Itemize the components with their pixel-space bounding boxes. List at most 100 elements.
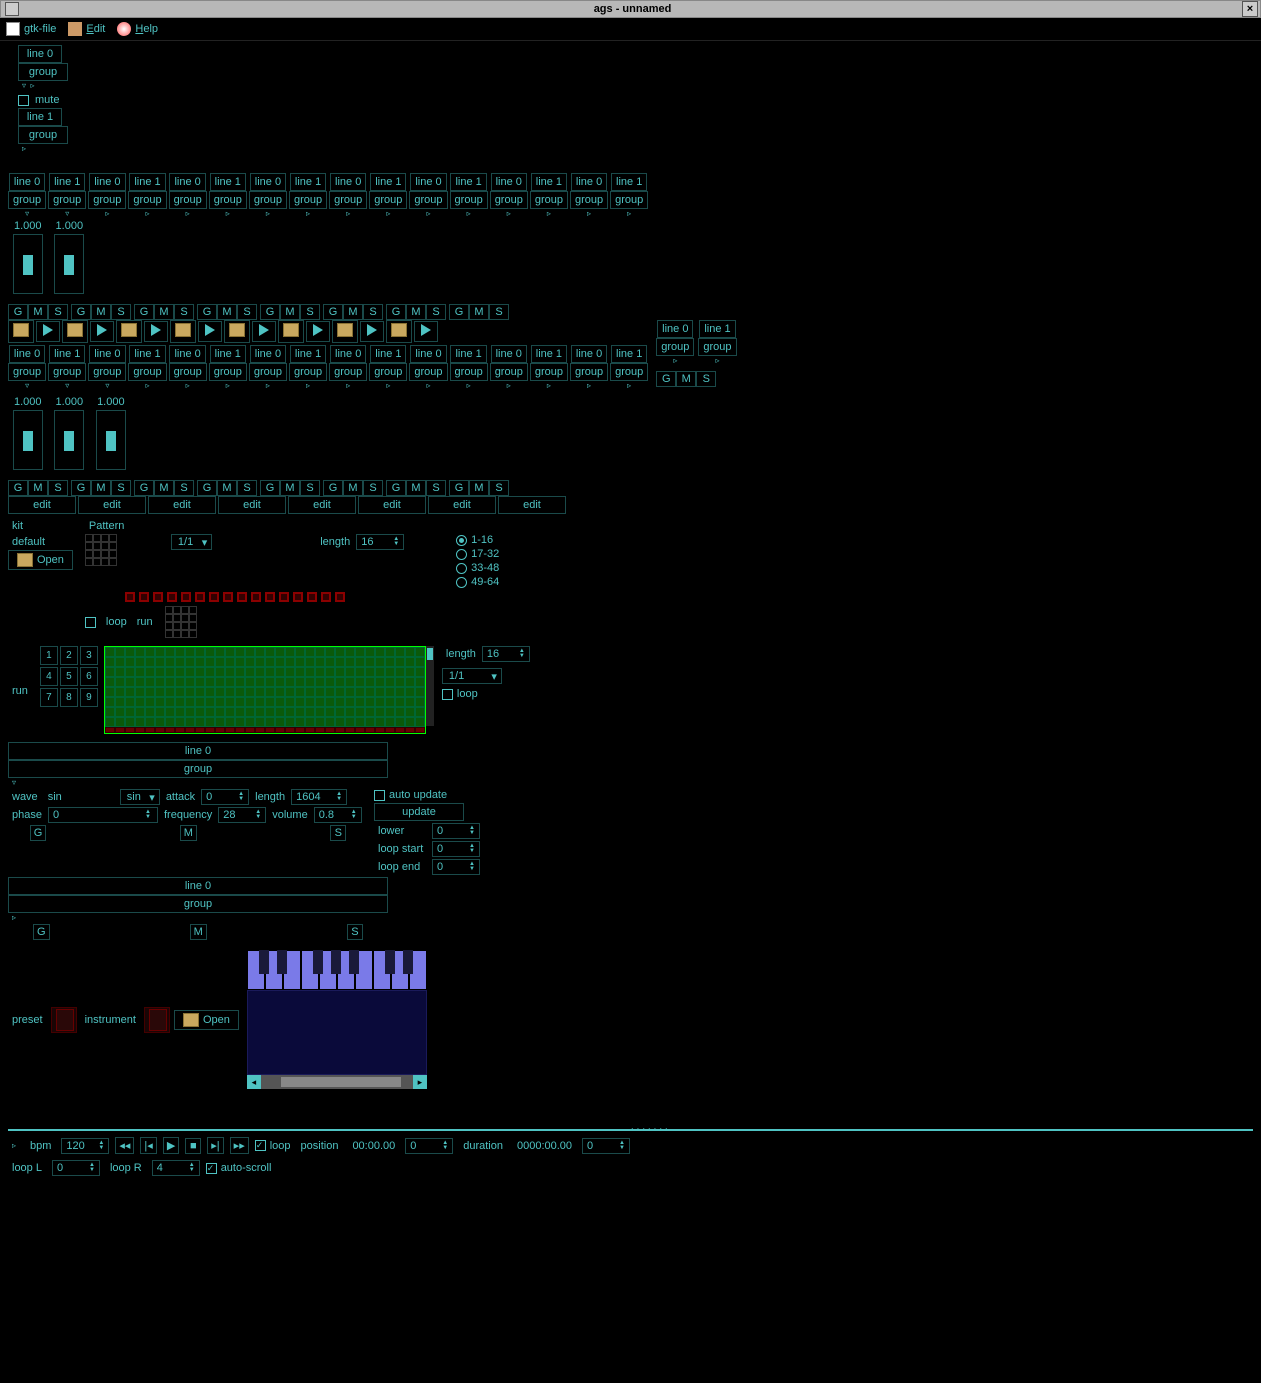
numpad-3[interactable]: 3 [80, 646, 98, 665]
slider-1[interactable] [13, 234, 43, 294]
expander-icon[interactable]: ▹ [543, 209, 555, 218]
open-button-2[interactable]: Open [174, 1010, 239, 1030]
s-button[interactable]: S [174, 480, 194, 496]
step-cell[interactable] [279, 592, 289, 602]
line-cell[interactable]: line 0 [491, 173, 527, 191]
group-cell[interactable]: group [530, 191, 568, 209]
group-cell[interactable]: group [128, 191, 166, 209]
step-cell[interactable] [181, 592, 191, 602]
s-button[interactable]: S [489, 304, 509, 320]
loopl-spin[interactable]: ▲▼ [52, 1160, 100, 1176]
group-cell[interactable]: group [409, 191, 447, 209]
osc-m[interactable]: M [180, 825, 197, 841]
line-cell[interactable]: line 1 [290, 173, 326, 191]
bpm-spin[interactable]: ▲▼ [61, 1138, 109, 1154]
expander-icon[interactable]: ▹ [503, 209, 515, 218]
edit-button[interactable]: edit [78, 496, 146, 514]
m-button[interactable]: M [217, 304, 237, 320]
line0-cell[interactable]: line 0 [18, 45, 62, 63]
line-cell[interactable]: line 0 [410, 345, 446, 363]
g-button[interactable]: G [71, 480, 91, 496]
step-cell[interactable] [293, 592, 303, 602]
edit-button[interactable]: edit [148, 496, 216, 514]
expander-icon[interactable]: ▹ [503, 381, 515, 390]
numpad-7[interactable]: 7 [40, 688, 58, 707]
m-button[interactable]: M [154, 304, 174, 320]
auto-update-check[interactable]: auto update [374, 789, 447, 801]
extra-group[interactable]: group [698, 338, 736, 356]
extra-line1[interactable]: line 1 [699, 320, 735, 338]
mini-grid-1[interactable] [85, 534, 117, 566]
edit-button[interactable]: edit [358, 496, 426, 514]
numpad-9[interactable]: 9 [80, 688, 98, 707]
phase-spin[interactable]: ▲▼ [48, 807, 158, 823]
play-button[interactable] [144, 321, 168, 342]
extra-line0[interactable]: line 0 [657, 320, 693, 338]
rewind-button[interactable]: ◂◂ [115, 1137, 134, 1154]
g-button[interactable]: G [449, 304, 469, 320]
auto-scroll-check[interactable]: auto-scroll [206, 1162, 272, 1174]
group-cell[interactable]: group [249, 191, 287, 209]
line-cell[interactable]: line 1 [129, 345, 165, 363]
group-cell[interactable]: group [530, 363, 568, 381]
expander-icon[interactable]: ▿ [61, 381, 73, 390]
step-cell[interactable] [195, 592, 205, 602]
m-button[interactable]: M [343, 480, 363, 496]
expander-icon[interactable]: ▹ [302, 381, 314, 390]
step-cell[interactable] [153, 592, 163, 602]
edit-button[interactable]: edit [498, 496, 566, 514]
m-btn[interactable]: M [676, 371, 696, 387]
expander-icon[interactable]: ▹ [583, 209, 595, 218]
step-cell[interactable] [307, 592, 317, 602]
group-cell[interactable]: group [8, 363, 46, 381]
m-button[interactable]: M [469, 304, 489, 320]
group-cell[interactable]: group [450, 363, 488, 381]
s-btn[interactable]: S [696, 371, 716, 387]
loop-end-spin[interactable]: ▲▼ [432, 859, 480, 875]
line-cell[interactable]: line 1 [210, 345, 246, 363]
play-button[interactable] [306, 321, 330, 342]
expander-icon[interactable]: ▹ [182, 381, 194, 390]
skip-back-button[interactable]: |◂ [140, 1137, 156, 1154]
menu-file[interactable]: gtk-file [6, 22, 56, 36]
line-cell[interactable]: line 0 [250, 345, 286, 363]
line-cell[interactable]: line 0 [491, 345, 527, 363]
line-cell[interactable]: line 1 [450, 173, 486, 191]
s-button[interactable]: S [237, 304, 257, 320]
s-button[interactable]: S [48, 480, 68, 496]
line-cell[interactable]: line 0 [169, 173, 205, 191]
line-cell[interactable]: line 0 [89, 173, 125, 191]
group-cell[interactable]: group [289, 363, 327, 381]
line-cell[interactable]: line 1 [49, 173, 85, 191]
line-cell[interactable]: line 1 [290, 345, 326, 363]
play-button[interactable] [360, 321, 384, 342]
expander[interactable]: ▹ [8, 913, 388, 922]
loop-checkbox-1[interactable] [85, 617, 96, 628]
group-cell[interactable]: group [369, 191, 407, 209]
line-cell[interactable]: line 1 [531, 173, 567, 191]
matrix-grid[interactable] [104, 646, 426, 734]
expander[interactable]: ▹ [669, 356, 681, 365]
folder-button[interactable] [116, 320, 142, 343]
expander-icon[interactable]: ▿ ▹ [18, 81, 1253, 90]
range-1-16[interactable]: 1-16 [456, 534, 499, 546]
expander-icon[interactable]: ▹ [623, 381, 635, 390]
step-cell[interactable] [223, 592, 233, 602]
g-button[interactable]: G [386, 304, 406, 320]
pattern-frac-dropdown[interactable]: 1/1 [171, 534, 212, 550]
m-button[interactable]: M [217, 480, 237, 496]
mute-checkbox[interactable] [18, 95, 29, 106]
play-button[interactable]: ▶ [163, 1137, 179, 1154]
m-button[interactable]: M [28, 304, 48, 320]
step-cell[interactable] [335, 592, 345, 602]
edit-button[interactable]: edit [8, 496, 76, 514]
g-button[interactable]: G [134, 480, 154, 496]
folder-button[interactable] [170, 320, 196, 343]
expander[interactable]: ▹ [711, 356, 723, 365]
expander-icon[interactable]: ▹ [141, 381, 153, 390]
line-cell[interactable]: line 1 [370, 173, 406, 191]
s-button[interactable]: S [426, 480, 446, 496]
expander-icon[interactable]: ▿ [21, 209, 33, 218]
play-button[interactable] [90, 321, 114, 342]
s-button[interactable]: S [174, 304, 194, 320]
